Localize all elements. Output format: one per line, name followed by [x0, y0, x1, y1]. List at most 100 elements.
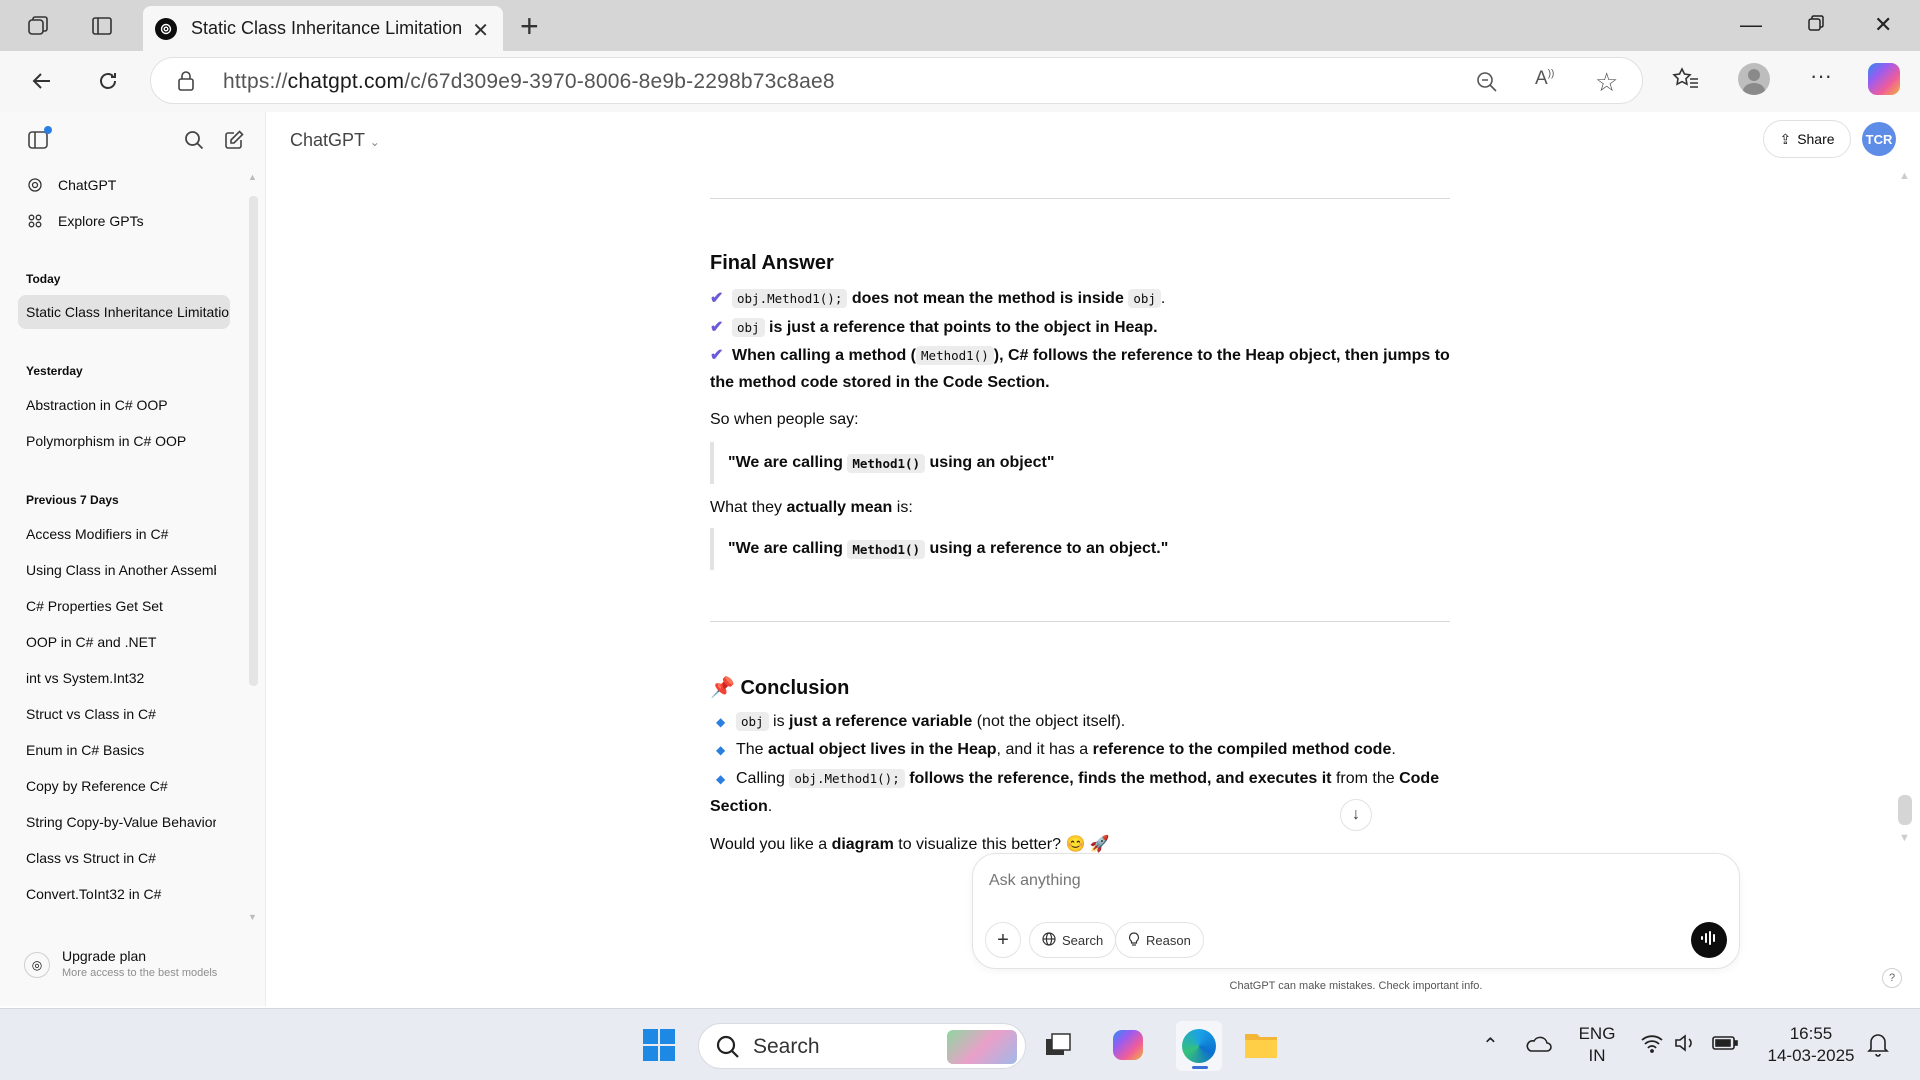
tab-actions-icon[interactable] — [86, 10, 118, 42]
sidebar-toggle-icon[interactable] — [24, 126, 52, 154]
minimize-icon[interactable]: — — [1740, 12, 1762, 38]
voice-mode-button[interactable] — [1691, 922, 1727, 958]
avatar[interactable]: TCR — [1862, 122, 1896, 156]
file-explorer-icon[interactable] — [1243, 1027, 1279, 1063]
chat-item[interactable]: Copy by Reference C# — [26, 778, 216, 794]
upgrade-plan[interactable]: ◎ Upgrade plan More access to the best m… — [24, 948, 217, 979]
scroll-up-arrow-icon[interactable]: ▲ — [248, 172, 257, 182]
model-name: ChatGPT — [290, 130, 365, 150]
model-selector[interactable]: ChatGPT ⌄ — [290, 130, 380, 151]
new-tab-icon[interactable]: + — [520, 8, 539, 45]
share-label: Share — [1797, 131, 1835, 147]
volume-icon[interactable] — [1674, 1033, 1696, 1058]
sidebar-link-explore-gpts[interactable]: Explore GPTs — [26, 212, 144, 230]
chat-scroll-down-icon[interactable]: ▼ — [1899, 832, 1910, 844]
share-icon: ⇪ — [1779, 130, 1792, 147]
chat-item[interactable]: Polymorphism in C# OOP — [26, 433, 216, 449]
composer: + Search Reason — [972, 853, 1740, 969]
taskbar-search-label: Search — [753, 1035, 820, 1058]
blockquote-1: "We are calling Method1() using an objec… — [710, 442, 1310, 484]
chat-item[interactable]: Struct vs Class in C# — [26, 706, 216, 722]
new-chat-icon[interactable] — [220, 126, 248, 154]
more-icon[interactable]: ··· — [1810, 63, 1832, 89]
conclusion-heading: 📌 Conclusion — [710, 677, 850, 699]
main-panel: ChatGPT ⌄ ⇪ Share TCR ▲ ▼ Final Answer ✔… — [266, 112, 1920, 1006]
active-tab[interactable]: Static Class Inheritance Limitation ✕ — [143, 6, 503, 51]
chat-item[interactable]: Class vs Struct in C# — [26, 850, 216, 866]
prompt-input[interactable] — [989, 872, 1589, 890]
chat-item[interactable]: Using Class in Another Assembly — [26, 562, 216, 578]
diamond-bullet-icon: ◆ — [716, 715, 726, 729]
sidebar: ChatGPT Explore GPTs Today Static Class … — [0, 112, 266, 1006]
final-bullet-2: ✔ obj is just a reference that points to … — [710, 318, 1158, 337]
chat-item[interactable]: String Copy-by-Value Behavior — [26, 814, 216, 830]
attach-button[interactable]: + — [985, 922, 1021, 958]
sidebar-link-label: Explore GPTs — [58, 213, 144, 229]
chat-item[interactable]: Enum in C# Basics — [26, 742, 216, 758]
search-icon — [715, 1034, 741, 1065]
checkmark-icon: ✔ — [710, 347, 724, 364]
scroll-to-bottom-button[interactable]: ↓ — [1340, 799, 1372, 831]
edge-app-icon[interactable] — [1176, 1021, 1222, 1071]
globe-icon — [1042, 931, 1056, 949]
lock-icon[interactable] — [177, 70, 195, 97]
clock-date: 14-03-2025 — [1767, 1046, 1855, 1065]
final-bullet-1: ✔ obj.Method1(); does not mean the method… — [710, 289, 1166, 308]
copilot-icon[interactable] — [1868, 63, 1900, 95]
chat-item-active[interactable]: Static Class Inheritance Limitation — [18, 295, 230, 329]
close-tab-icon[interactable]: ✕ — [472, 18, 489, 43]
onedrive-icon[interactable] — [1524, 1033, 1552, 1058]
clock[interactable]: 16:55 14-03-2025 — [1756, 1023, 1866, 1067]
diamond-bullet-icon: ◆ — [716, 743, 726, 757]
reason-label: Reason — [1146, 932, 1191, 948]
clock-time: 16:55 — [1789, 1024, 1833, 1043]
copilot-app-icon[interactable] — [1110, 1027, 1146, 1063]
chat-item[interactable]: int vs System.Int32 — [26, 670, 216, 686]
battery-icon[interactable] — [1712, 1035, 1738, 1056]
sidebar-link-chatgpt[interactable]: ChatGPT — [26, 176, 116, 194]
share-button[interactable]: ⇪ Share — [1763, 120, 1851, 158]
chat-scrollbar[interactable] — [1898, 795, 1912, 825]
pushpin-icon: 📌 — [710, 677, 735, 699]
disclaimer: ChatGPT can make mistakes. Check importa… — [1229, 980, 1483, 992]
search-chats-icon[interactable] — [180, 126, 208, 154]
wifi-icon[interactable] — [1640, 1033, 1664, 1058]
sidebar-scrollbar[interactable] — [249, 196, 258, 686]
tray-chevron-up-icon[interactable]: ⌃ — [1482, 1033, 1499, 1058]
url-text[interactable]: https://chatgpt.com/c/67d309e9-3970-8006… — [223, 70, 835, 94]
diamond-bullet-icon: ◆ — [716, 772, 726, 786]
chat-scroll-up-icon[interactable]: ▲ — [1899, 170, 1910, 182]
reason-button[interactable]: Reason — [1115, 922, 1204, 958]
upgrade-title: Upgrade plan — [62, 948, 147, 964]
back-icon[interactable] — [26, 65, 58, 97]
workspaces-icon[interactable] — [22, 10, 54, 42]
browser-toolbar: https://chatgpt.com/c/67d309e9-3970-8006… — [0, 51, 1920, 112]
favorites-icon[interactable] — [1672, 65, 1700, 98]
favorite-star-icon[interactable]: ☆ — [1595, 67, 1618, 98]
chat-item[interactable]: Convert.ToInt32 in C# — [26, 886, 216, 902]
address-bar[interactable]: https://chatgpt.com/c/67d309e9-3970-8006… — [150, 57, 1643, 104]
help-button[interactable]: ? — [1882, 968, 1902, 988]
close-window-icon[interactable]: ✕ — [1874, 12, 1892, 38]
search-button[interactable]: Search — [1029, 922, 1117, 958]
chat-item[interactable]: Abstraction in C# OOP — [26, 397, 216, 413]
chat-item[interactable]: C# Properties Get Set — [26, 598, 216, 614]
restore-icon[interactable] — [1807, 12, 1825, 38]
read-aloud-icon[interactable]: A)) — [1535, 68, 1554, 90]
group-today: Today — [26, 272, 61, 286]
plus-icon: + — [997, 928, 1009, 951]
taskbar-search[interactable]: Search — [698, 1023, 1026, 1069]
zoom-out-icon[interactable] — [1475, 70, 1499, 99]
scroll-down-arrow-icon[interactable]: ▼ — [248, 912, 257, 922]
checkmark-icon: ✔ — [710, 319, 724, 336]
chat-item[interactable]: Access Modifiers in C# — [26, 526, 216, 542]
start-windows-icon[interactable] — [641, 1027, 677, 1063]
waveform-icon — [1700, 930, 1718, 951]
refresh-icon[interactable] — [92, 65, 124, 97]
upgrade-icon: ◎ — [24, 952, 50, 978]
language-indicator[interactable]: ENG IN — [1576, 1023, 1618, 1067]
notifications-icon[interactable] — [1866, 1031, 1890, 1062]
profile-icon[interactable] — [1738, 63, 1770, 95]
task-view-icon[interactable] — [1040, 1027, 1076, 1063]
chat-item[interactable]: OOP in C# and .NET — [26, 634, 216, 650]
